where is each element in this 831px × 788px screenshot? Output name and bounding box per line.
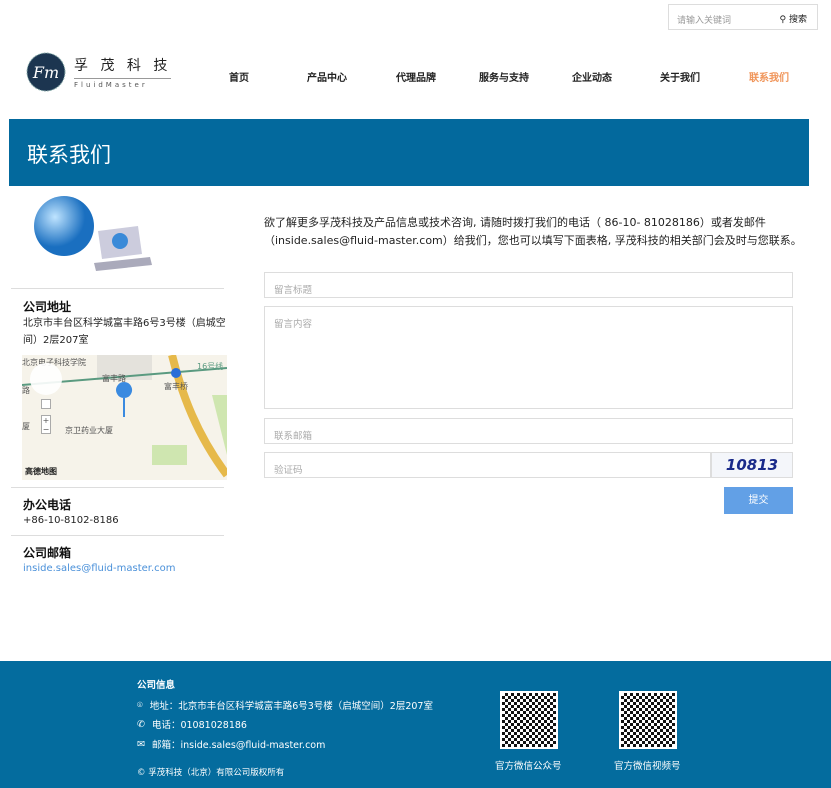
captcha-input[interactable]: 验证码 [264, 452, 711, 478]
map-label: 16号线 [197, 362, 224, 371]
phone-icon: ✆ [137, 718, 145, 730]
divider [11, 288, 224, 289]
nav-service[interactable]: 服务与支持 [479, 69, 529, 84]
page-banner: 联系我们 [9, 119, 809, 186]
location-icon: ⌾ [137, 699, 143, 711]
footer-phone: 电话：01081028186 [151, 720, 247, 731]
email-link[interactable]: inside.sales@fluid-master.com [23, 560, 176, 577]
map-zoom-control[interactable]: + − [41, 415, 51, 434]
intro-text: 欲了解更多孚茂科技及产品信息或技术咨询, 请随时拨打我们的电话（ 86-10- … [264, 216, 802, 247]
map[interactable]: 北京电子科技学院 富丰路 富丰桥 京卫药业大厦 厦 路 16号线 + − 高德地图 [22, 355, 227, 480]
email-title: 公司邮箱 [23, 546, 72, 560]
logo-en: FluidMaster [74, 78, 172, 89]
logo-cn: 孚 茂 科 技 [74, 58, 172, 74]
search-button[interactable]: ⚲ 搜索 [780, 12, 807, 25]
submit-button[interactable]: 提交 [724, 487, 793, 514]
nav-about[interactable]: 关于我们 [660, 69, 700, 84]
logo-mark-icon: Fm [26, 52, 66, 92]
map-pan-control[interactable] [30, 363, 62, 395]
map-label: 厦 [22, 422, 30, 431]
copyright: © 孚茂科技（北京）有限公司版权所有 [137, 768, 285, 778]
phone-text: +86-10-8102-8186 [23, 515, 119, 526]
email-input[interactable]: 联系邮箱 [264, 418, 793, 444]
footer-heading: 公司信息 [137, 680, 176, 691]
map-label: 京卫药业大厦 [65, 426, 113, 435]
mail-icon: ✉ [137, 738, 145, 750]
qr2-label: 官方微信视频号 [614, 761, 681, 772]
page-title: 联系我们 [27, 143, 111, 167]
search-icon: ⚲ [779, 15, 787, 25]
map-label: 富丰桥 [164, 382, 188, 391]
wechat-video-qr [619, 691, 677, 749]
contact-image [32, 191, 152, 285]
logo[interactable]: Fm 孚 茂 科 技 FluidMaster [26, 52, 172, 92]
search-input[interactable]: 请输入关键词 [677, 13, 731, 26]
footer-email: 邮箱：inside.sales@fluid-master.com [151, 740, 326, 751]
map-label: 富丰路 [102, 374, 126, 383]
captcha-image[interactable]: 10813 [711, 452, 793, 478]
qr1-label: 官方微信公众号 [495, 761, 562, 772]
title-input[interactable]: 留言标题 [264, 272, 793, 298]
nav-brands[interactable]: 代理品牌 [396, 69, 436, 84]
nav-home[interactable]: 首页 [229, 69, 249, 84]
wechat-official-qr [500, 691, 558, 749]
divider [11, 535, 224, 536]
content-textarea[interactable]: 留言内容 [264, 306, 793, 409]
address-text: 北京市丰台区科学城富丰路6号3号楼（启城空间）2层207室 [23, 318, 226, 346]
search-box[interactable]: 请输入关键词 ⚲ 搜索 [668, 4, 818, 30]
map-brand: 高德地图 [25, 467, 57, 476]
address-title: 公司地址 [23, 300, 72, 314]
svg-text:Fm: Fm [32, 63, 59, 82]
map-locate-button[interactable] [41, 399, 51, 409]
footer: 公司信息 ⌾ 地址：北京市丰台区科学城富丰路6号3号楼（启城空间）2层207室 ✆… [0, 661, 831, 788]
phone-title: 办公电话 [23, 498, 72, 512]
footer-address: 地址：北京市丰台区科学城富丰路6号3号楼（启城空间）2层207室 [149, 701, 433, 712]
nav-products[interactable]: 产品中心 [307, 69, 347, 84]
divider [11, 487, 224, 488]
nav-contact[interactable]: 联系我们 [749, 69, 789, 84]
map-label: 路 [22, 386, 30, 395]
nav-news[interactable]: 企业动态 [572, 69, 612, 84]
